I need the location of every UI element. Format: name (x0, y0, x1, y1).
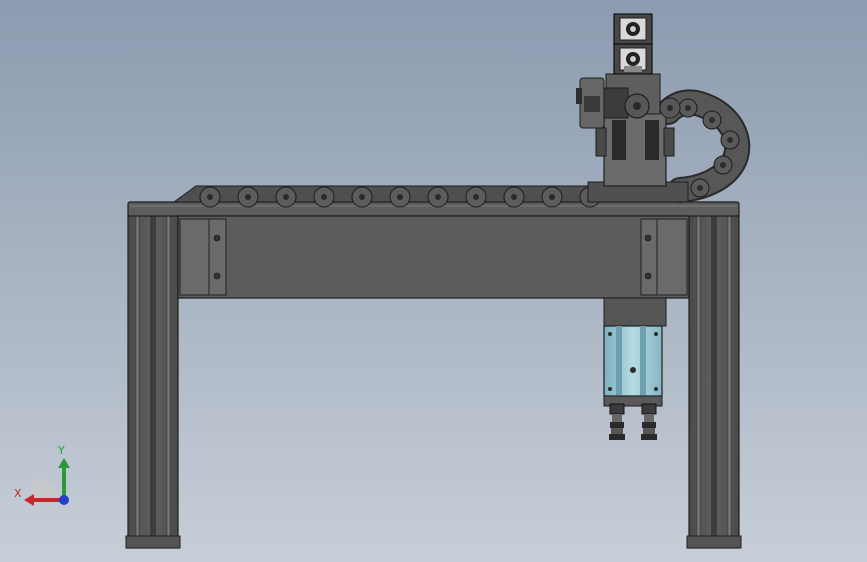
cad-viewport[interactable]: Y X (0, 0, 867, 562)
left-suction-cup[interactable] (609, 403, 625, 440)
chain-pin (245, 194, 251, 200)
orientation-triad[interactable]: Y X (14, 444, 70, 506)
chain-pin (321, 194, 327, 200)
pneumatic-cylinder[interactable] (603, 325, 663, 407)
chain-pin (435, 194, 441, 200)
right-suction-cup[interactable] (641, 403, 657, 440)
x-axis-label: X (14, 487, 22, 500)
chain-pin (359, 194, 365, 200)
gantry-model-view[interactable]: Y X (0, 0, 867, 562)
right-leg[interactable] (686, 213, 742, 549)
beam-body[interactable] (177, 215, 690, 299)
chain-pin (511, 194, 517, 200)
z-axis-mount[interactable] (603, 297, 667, 327)
chain-pin (549, 194, 555, 200)
chain-pin (283, 194, 289, 200)
left-leg[interactable] (125, 213, 181, 549)
carriage[interactable] (576, 73, 689, 203)
z-axis-dot (59, 495, 69, 505)
chain-pin (473, 194, 479, 200)
chain-pin (397, 194, 403, 200)
chain-pin (207, 194, 213, 200)
motor-stack[interactable] (613, 13, 653, 75)
y-axis-label: Y (57, 444, 65, 457)
